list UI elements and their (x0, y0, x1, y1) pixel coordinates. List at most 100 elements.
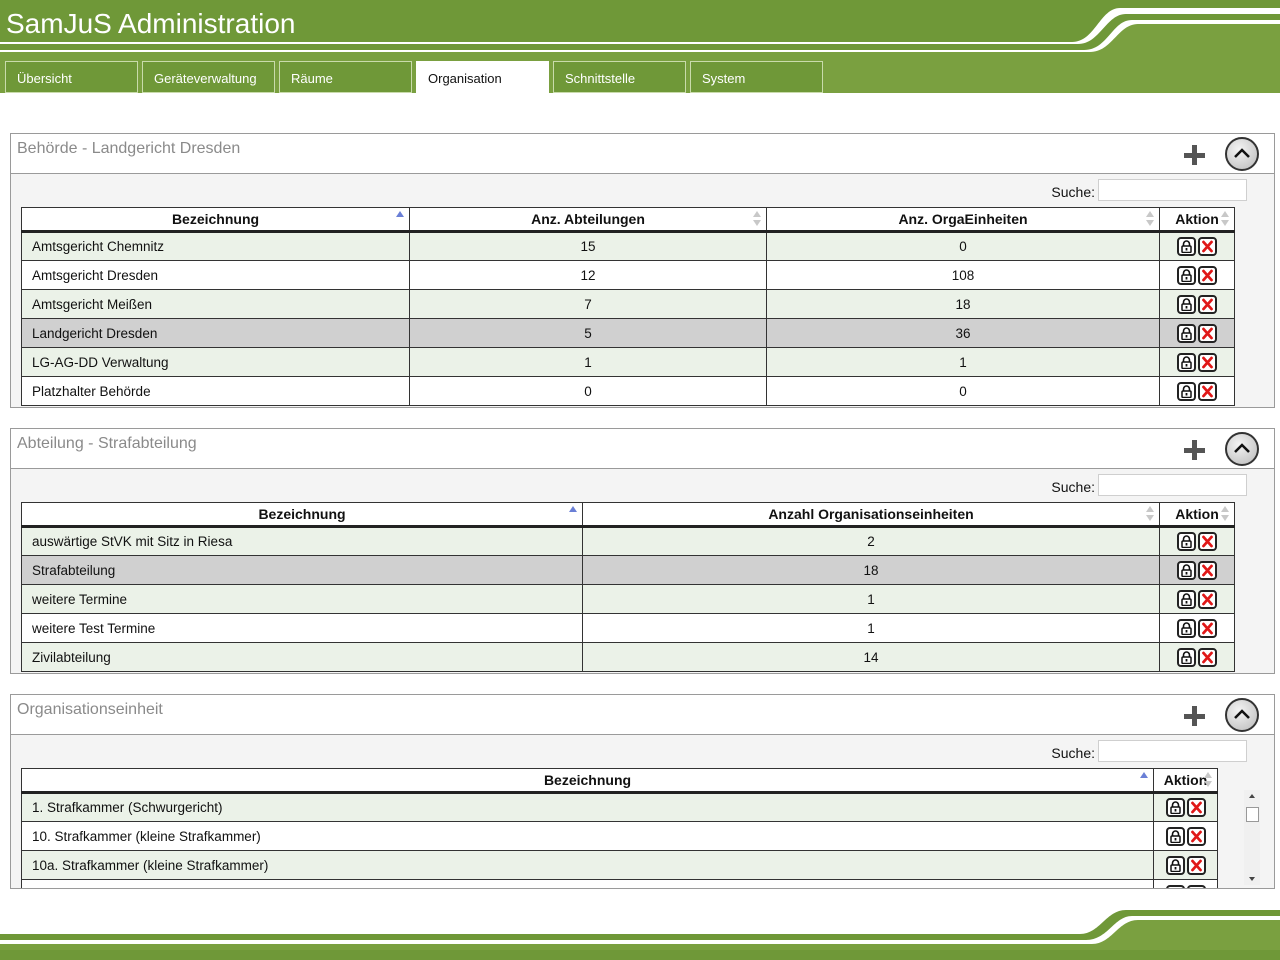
cell-bezeichnung: weitere Test Termine (21, 613, 583, 643)
cell-aktion (1153, 879, 1218, 888)
cell-bezeichnung: Amtsgericht Chemnitz (21, 231, 410, 261)
cell-aktion (1159, 376, 1235, 406)
lock-icon[interactable] (1165, 798, 1185, 817)
scroll-down-icon[interactable] (1249, 877, 1255, 881)
delete-x-icon[interactable] (1186, 855, 1206, 875)
collapse-abteilung-button[interactable] (1225, 432, 1259, 466)
delete-x-icon[interactable] (1186, 884, 1206, 888)
behoerde-search-input[interactable] (1098, 179, 1247, 201)
orgaeinheit-scrollbar[interactable] (1244, 790, 1260, 885)
tab-geraeteverwaltung[interactable]: Geräteverwaltung (142, 61, 275, 93)
delete-x-icon[interactable] (1198, 589, 1217, 609)
delete-x-icon[interactable] (1198, 237, 1217, 256)
column-header-anz-abteilungen[interactable]: Anz. Abteilungen (409, 207, 767, 233)
lock-icon[interactable] (1177, 560, 1196, 580)
cell-count: 5 (409, 318, 767, 348)
table-row[interactable]: Landgericht Dresden 5 36 (21, 318, 1235, 348)
collapse-orgaeinheit-button[interactable] (1225, 698, 1259, 732)
table-row[interactable]: Amtsgericht Dresden 12 108 (21, 260, 1235, 290)
search-label: Suche: (1051, 479, 1095, 495)
delete-x-icon[interactable] (1198, 294, 1217, 314)
add-behoerde-button[interactable] (1182, 142, 1208, 168)
column-header-aktion[interactable]: Aktion (1159, 207, 1235, 233)
table-row[interactable]: Amtsgericht Chemnitz 15 0 (21, 231, 1235, 261)
table-row[interactable]: LG-AG-DD Verwaltung 1 1 (21, 347, 1235, 377)
cell-aktion (1159, 642, 1235, 672)
delete-x-icon[interactable] (1198, 647, 1217, 667)
lock-icon[interactable] (1177, 381, 1196, 401)
delete-x-icon[interactable] (1198, 265, 1217, 285)
delete-x-icon[interactable] (1198, 381, 1217, 401)
cell-bezeichnung: auswärtige StVK mit Sitz in Riesa (21, 526, 583, 556)
scroll-up-icon[interactable] (1249, 794, 1255, 798)
behoerde-table-body: Amtsgericht Chemnitz 15 0 Amtsgericht Dresd… (21, 231, 1235, 406)
table-row[interactable]: 1. Strafkammer (Schwurgericht) (21, 792, 1218, 822)
lock-icon[interactable] (1165, 826, 1185, 846)
tab-raeume[interactable]: Räume (279, 61, 412, 93)
orgaeinheit-panel-body: Suche: Bezeichnung Aktion 1. Strafkammer… (11, 735, 1274, 888)
cell-aktion (1153, 792, 1218, 822)
table-row[interactable]: Zivilabteilung 14 (21, 642, 1235, 672)
cell-count: 12 (409, 260, 767, 290)
lock-icon[interactable] (1165, 855, 1185, 875)
column-header-aktion[interactable]: Aktion (1153, 768, 1218, 794)
delete-x-icon[interactable] (1198, 560, 1217, 580)
sort-icon (1221, 506, 1230, 522)
tab-schnittstelle[interactable]: Schnittstelle (553, 61, 686, 93)
scroll-thumb[interactable] (1246, 807, 1259, 822)
lock-icon[interactable] (1177, 265, 1196, 285)
column-header-anz-orgaeinheiten[interactable]: Anz. OrgaEinheiten (766, 207, 1160, 233)
lock-icon[interactable] (1177, 294, 1196, 314)
cell-bezeichnung: 1. Strafkammer (Schwurgericht) (21, 792, 1154, 822)
add-abteilung-button[interactable] (1182, 437, 1208, 463)
abteilung-table-body: auswärtige StVK mit Sitz in Riesa 2 Strafa… (21, 526, 1235, 672)
lock-icon[interactable] (1177, 323, 1196, 343)
cell-aktion (1153, 850, 1218, 880)
table-row[interactable]: weitere Termine 1 (21, 584, 1235, 614)
table-row[interactable]: Amtsgericht Meißen 7 18 (21, 289, 1235, 319)
cell-count: 1 (409, 347, 767, 377)
cell-count: 15 (409, 231, 767, 261)
delete-x-icon[interactable] (1198, 618, 1217, 638)
table-row[interactable] (21, 879, 1218, 888)
abteilung-search-input[interactable] (1098, 474, 1247, 496)
lock-icon[interactable] (1177, 237, 1196, 256)
delete-x-icon[interactable] (1198, 323, 1217, 343)
lock-icon[interactable] (1177, 532, 1196, 551)
column-header-bezeichnung[interactable]: Bezeichnung (21, 207, 410, 233)
lock-icon[interactable] (1177, 618, 1196, 638)
table-row[interactable]: Platzhalter Behörde 0 0 (21, 376, 1235, 406)
search-label: Suche: (1051, 745, 1095, 761)
cell-count: 1 (582, 584, 1160, 614)
collapse-behoerde-button[interactable] (1225, 137, 1259, 171)
tab-organisation[interactable]: Organisation (416, 61, 549, 94)
cell-count: 1 (766, 347, 1160, 377)
orgaeinheit-search-input[interactable] (1098, 740, 1247, 762)
table-row[interactable]: weitere Test Termine 1 (21, 613, 1235, 643)
add-orgaeinheit-button[interactable] (1182, 703, 1208, 729)
table-row[interactable]: auswärtige StVK mit Sitz in Riesa 2 (21, 526, 1235, 556)
lock-icon[interactable] (1177, 352, 1196, 372)
orgaeinheit-table-body: 1. Strafkammer (Schwurgericht) 10. Strafk… (21, 792, 1218, 888)
column-header-bezeichnung[interactable]: Bezeichnung (21, 768, 1154, 794)
lock-icon[interactable] (1165, 884, 1185, 888)
column-header-bezeichnung[interactable]: Bezeichnung (21, 502, 583, 528)
delete-x-icon[interactable] (1198, 352, 1217, 372)
table-row[interactable]: 10. Strafkammer (kleine Strafkammer) (21, 821, 1218, 851)
table-row[interactable]: Strafabteilung 18 (21, 555, 1235, 585)
column-header-anzahl-organisationseinheiten[interactable]: Anzahl Organisationseinheiten (582, 502, 1160, 528)
delete-x-icon[interactable] (1186, 798, 1206, 817)
cell-count: 18 (582, 555, 1160, 585)
chevron-up-icon (1234, 709, 1250, 719)
table-row[interactable]: 10a. Strafkammer (kleine Strafkammer) (21, 850, 1218, 880)
lock-icon[interactable] (1177, 647, 1196, 667)
lock-icon[interactable] (1177, 589, 1196, 609)
tab-uebersicht[interactable]: Übersicht (5, 61, 138, 93)
column-header-aktion[interactable]: Aktion (1159, 502, 1235, 528)
delete-x-icon[interactable] (1186, 826, 1206, 846)
footer-banner (0, 910, 1280, 960)
sort-asc-icon (1140, 772, 1149, 788)
search-label: Suche: (1051, 184, 1095, 200)
tab-system[interactable]: System (690, 61, 823, 93)
delete-x-icon[interactable] (1198, 532, 1217, 551)
